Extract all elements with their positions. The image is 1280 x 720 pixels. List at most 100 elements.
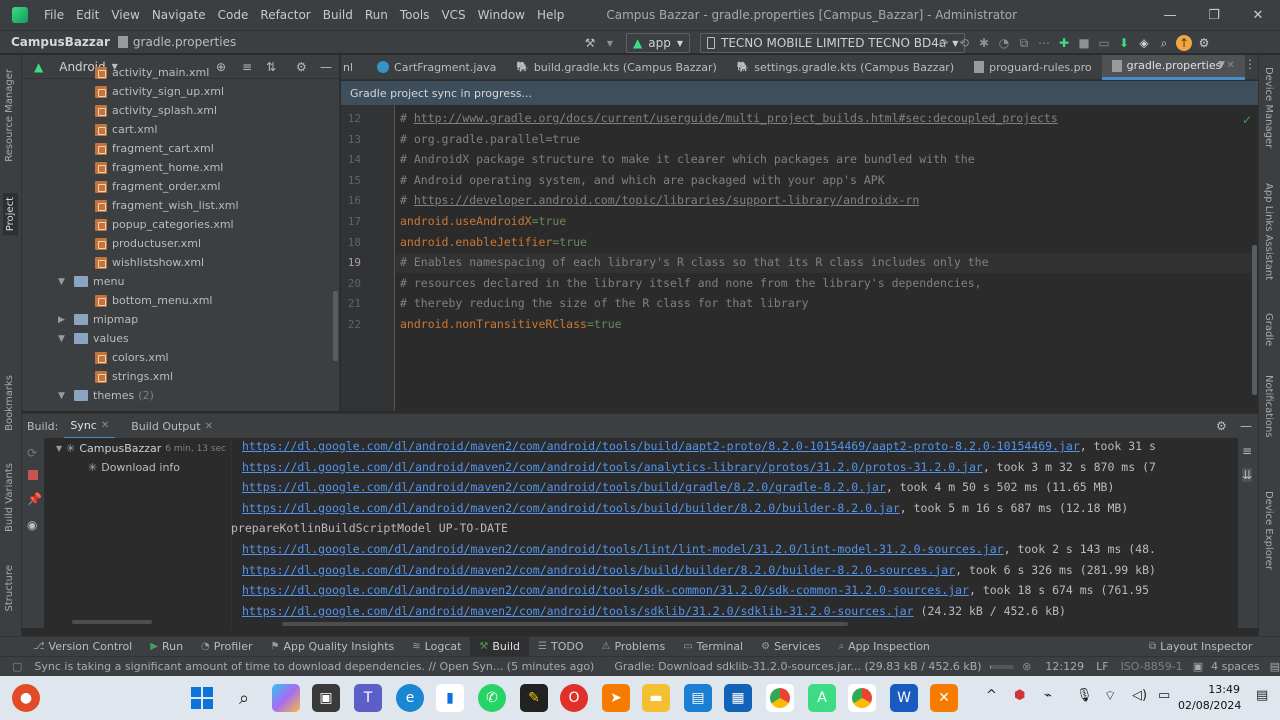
volume-icon[interactable]: ◁) — [1132, 688, 1147, 703]
tree-file-item[interactable]: fragment_wish_list.xml — [95, 196, 239, 215]
chevron-down-icon[interactable]: ▼ — [1218, 60, 1225, 70]
file-encoding[interactable]: ISO-8859-1 — [1121, 660, 1183, 673]
menu-item-tools[interactable]: Tools — [394, 0, 436, 30]
notifications-tab[interactable]: Notifications — [1263, 375, 1274, 438]
tool-window-build[interactable]: ⚒ Build — [470, 636, 530, 657]
tree-horizontal-scrollbar[interactable] — [72, 620, 152, 624]
app-links-assistant-tab[interactable]: App Links Assistant — [1263, 183, 1274, 280]
line-separator[interactable]: LF — [1096, 660, 1108, 673]
wifi-icon[interactable]: ⌔ — [1104, 688, 1116, 704]
debug-icon[interactable]: ✱ — [976, 35, 992, 51]
tree-file-item[interactable]: strings.xml — [95, 367, 173, 386]
close-icon[interactable]: ✕ — [205, 421, 213, 432]
code-url-link[interactable]: https://developer.android.com/topic/libr… — [414, 193, 919, 207]
hide-panel-icon[interactable]: — — [320, 60, 332, 74]
download-url-link[interactable]: https://dl.google.com/dl/android/maven2/… — [242, 501, 900, 515]
scroll-to-end-icon[interactable]: ⇊ — [1242, 468, 1253, 482]
gradle-tab[interactable]: Gradle — [1263, 313, 1274, 346]
minimize-button[interactable]: — — [1148, 0, 1192, 30]
menu-item-window[interactable]: Window — [472, 0, 531, 30]
notification-avatar-icon[interactable]: ● — [12, 684, 40, 712]
caret-position[interactable]: 12:129 — [1045, 660, 1084, 673]
chevron-down-icon[interactable]: ▼ — [602, 35, 618, 51]
android-studio-taskbar-icon[interactable]: A — [808, 684, 836, 712]
menu-item-vcs[interactable]: VCS — [435, 0, 471, 30]
indent-setting[interactable]: 4 spaces — [1211, 660, 1260, 673]
more-tabs-icon[interactable]: ⋮ — [1244, 57, 1256, 71]
chevron-down-icon[interactable]: ▼ — [58, 334, 70, 344]
download-url-link[interactable]: https://dl.google.com/dl/android/maven2/… — [242, 439, 1080, 453]
editor-scrollbar[interactable] — [1252, 245, 1257, 395]
tree-file-item[interactable]: fragment_order.xml — [95, 177, 221, 196]
close-icon[interactable]: ✕ — [1226, 60, 1234, 71]
tool-window-app-quality-insights[interactable]: ⚑ App Quality Insights — [262, 637, 404, 657]
tab-build-output[interactable]: Build Output ✕ — [125, 420, 219, 433]
memory-indicator-icon[interactable]: ▤ — [1270, 660, 1280, 673]
tree-file-item[interactable]: cart.xml — [95, 120, 157, 139]
close-icon[interactable]: ✕ — [101, 420, 109, 431]
menu-item-build[interactable]: Build — [317, 0, 359, 30]
output-horizontal-scrollbar[interactable] — [282, 622, 848, 626]
close-window-button[interactable]: ✕ — [1236, 0, 1280, 30]
tool-window-terminal[interactable]: ▭ Terminal — [674, 637, 752, 657]
microphone-icon[interactable]: 🎙 — [1076, 688, 1093, 703]
menu-item-code[interactable]: Code — [212, 0, 255, 30]
download-url-link[interactable]: https://dl.google.com/dl/android/maven2/… — [242, 604, 914, 618]
read-only-toggle-icon[interactable]: ▣ — [1193, 660, 1203, 673]
tool-window-services[interactable]: ⚙ Services — [752, 637, 829, 657]
word-icon[interactable]: W — [890, 684, 918, 712]
build-tree-root[interactable]: ▼ ✳ CampusBazzar 6 min, 13 sec — [56, 442, 226, 455]
tool-window-layout-inspector[interactable]: ⧉ Layout Inspector — [1140, 637, 1261, 657]
tool-window-logcat[interactable]: ≋ Logcat — [403, 637, 470, 657]
tree-folder-item[interactable]: ▼ values — [58, 329, 129, 348]
menu-item-file[interactable]: File — [38, 0, 70, 30]
build-variants-tab[interactable]: Build Variants — [4, 463, 15, 532]
bookmarks-tab[interactable]: Bookmarks — [4, 375, 15, 431]
tree-file-item[interactable]: wishlistshow.xml — [95, 253, 204, 272]
task-view-icon[interactable]: ▣ — [312, 684, 340, 712]
xampp-icon[interactable]: ✕ — [930, 684, 958, 712]
device-explorer-tab[interactable]: Device Explorer — [1263, 491, 1274, 570]
editor-tab[interactable]: nl — [341, 55, 367, 80]
attach-debugger-icon[interactable]: ⧉ — [1016, 35, 1032, 51]
window-icon[interactable]: ▢ — [12, 660, 22, 673]
editor-tab[interactable]: 🐘 settings.gradle.kts (Campus Bazzar) — [727, 55, 964, 80]
stop-icon[interactable]: ■ — [1076, 35, 1092, 51]
no-problems-icon[interactable]: ✓ — [1242, 113, 1252, 127]
tree-folder-item[interactable]: ▶ mipmap — [58, 310, 138, 329]
locate-icon[interactable]: ⊕ — [216, 60, 226, 74]
expand-all-icon[interactable]: ⇅ — [266, 60, 276, 74]
structure-tab[interactable]: Structure — [4, 565, 15, 612]
menu-item-run[interactable]: Run — [359, 0, 394, 30]
settings-icon[interactable]: ⚙ — [1196, 35, 1212, 51]
rerun-icon[interactable]: ⟳ — [27, 446, 37, 460]
chevron-right-icon[interactable]: ▶ — [58, 315, 70, 325]
download-url-link[interactable]: https://dl.google.com/dl/android/maven2/… — [242, 480, 886, 494]
resource-manager-tab[interactable]: Resource Manager — [4, 69, 15, 162]
tool-window-app-inspection[interactable]: ⌕ App Inspection — [829, 637, 938, 657]
stop-icon[interactable] — [28, 470, 38, 480]
store-icon[interactable]: ▮ — [436, 684, 464, 712]
whatsapp-icon[interactable]: ✆ — [478, 684, 506, 712]
chrome-profile-icon[interactable] — [848, 684, 876, 712]
gemini-icon[interactable]: ◈ — [1136, 35, 1152, 51]
breadcrumb-file[interactable]: gradle.properties — [117, 35, 236, 49]
tool-window-todo[interactable]: ☰ TODO — [529, 637, 592, 657]
tool-window-problems[interactable]: ⚠ Problems — [593, 637, 675, 657]
cancel-task-icon[interactable]: ⊗ — [1022, 660, 1031, 673]
sync-gradle-icon[interactable]: ✚ — [1056, 35, 1072, 51]
tool-window-run[interactable]: ▶ Run — [141, 637, 192, 657]
calculator-app-icon[interactable]: ▦ — [724, 684, 752, 712]
search-icon[interactable]: ⌕ — [1156, 35, 1172, 51]
device-manager-icon[interactable]: ▭ — [1096, 35, 1112, 51]
tool-app-icon[interactable]: ➤ — [602, 684, 630, 712]
tree-folder-item[interactable]: ▼ menu — [58, 272, 124, 291]
file-explorer-icon[interactable]: ▬ — [642, 684, 670, 712]
network-off-icon[interactable]: ⌁ — [1044, 688, 1052, 703]
soft-wrap-icon[interactable]: ≡ — [1242, 444, 1252, 458]
download-url-link[interactable]: https://dl.google.com/dl/android/maven2/… — [242, 542, 1004, 556]
tree-folder-item[interactable]: ▼ themes (2) — [58, 386, 154, 405]
more-actions-icon[interactable]: ⋯ — [1036, 35, 1052, 51]
device-manager-tab[interactable]: Device Manager — [1263, 67, 1274, 148]
search-icon[interactable]: ⌕ — [230, 684, 258, 712]
